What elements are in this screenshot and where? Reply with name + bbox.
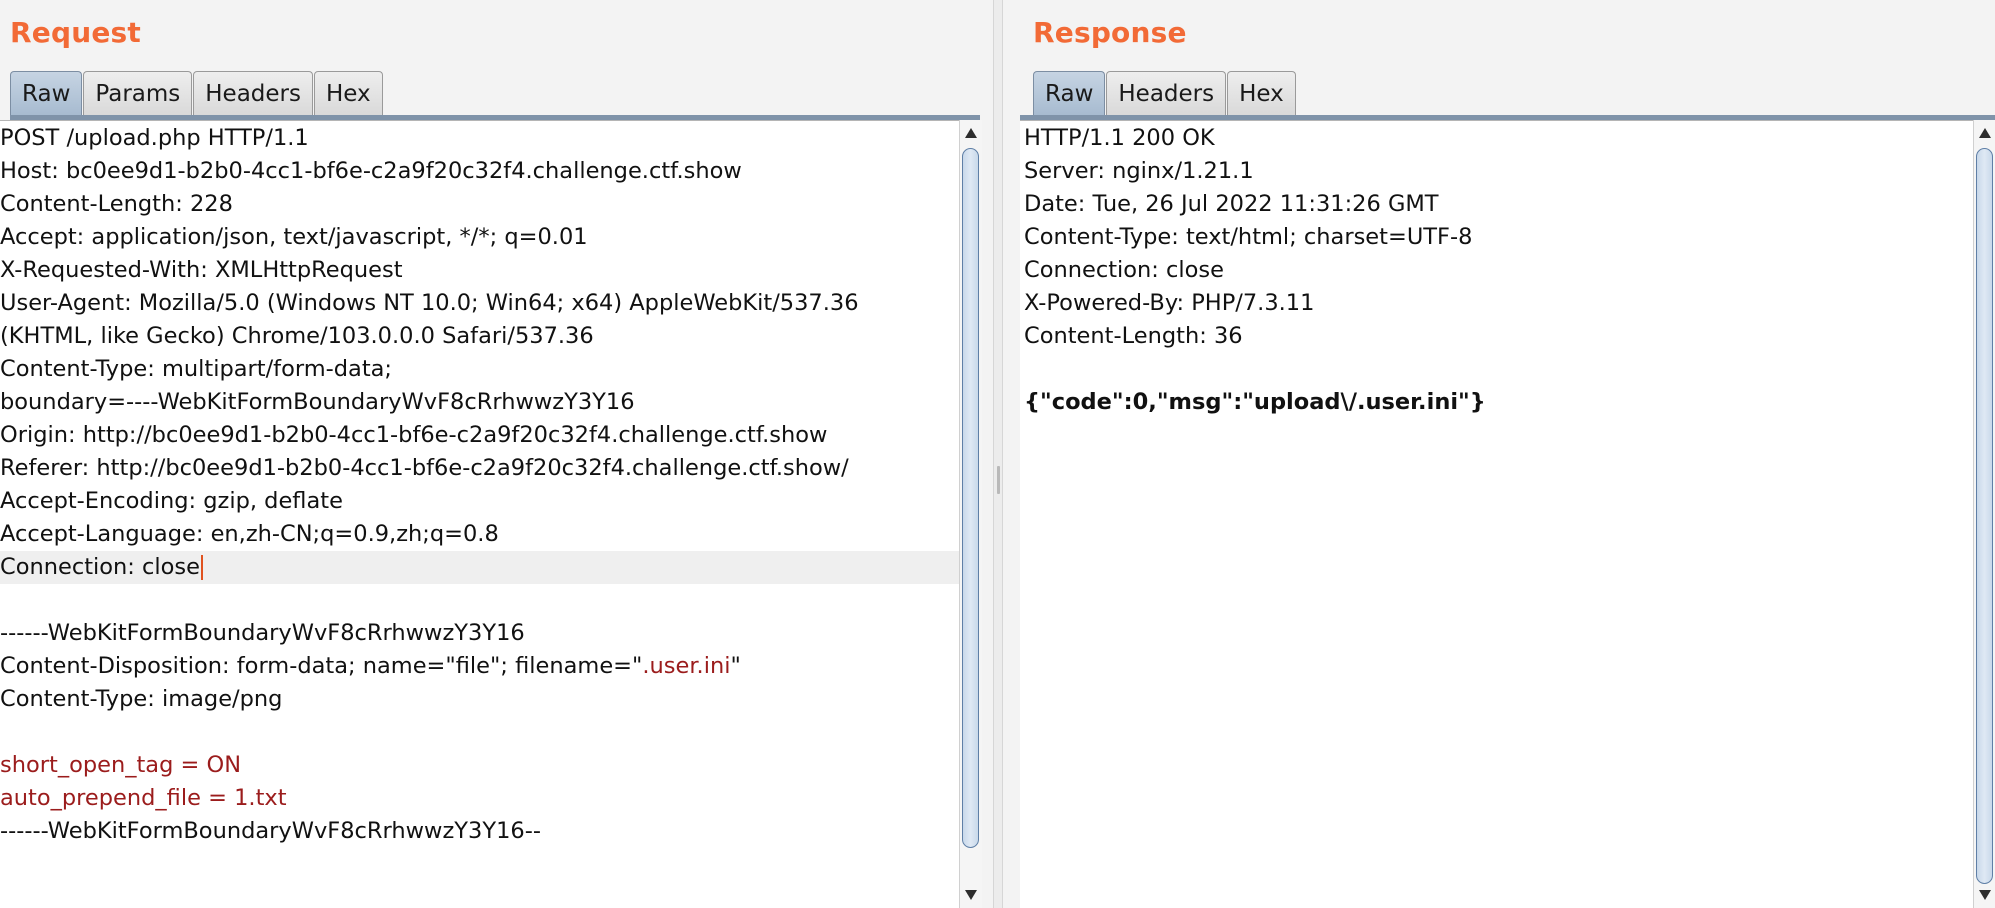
tab-hex[interactable]: Hex — [1227, 71, 1296, 115]
scroll-down-icon[interactable] — [1979, 890, 1991, 900]
request-scrollbar[interactable] — [959, 120, 982, 908]
request-line: X-Requested-With: XMLHttpRequest — [0, 257, 403, 283]
response-scrollbar[interactable] — [1973, 120, 1995, 908]
request-line: POST /upload.php HTTP/1.1 — [0, 125, 309, 151]
request-line: Referer: http://bc0ee9d1-b2b0-4cc1-bf6e-… — [0, 455, 849, 481]
request-line: (KHTML, like Gecko) Chrome/103.0.0.0 Saf… — [0, 323, 594, 349]
scroll-up-icon[interactable] — [1979, 128, 1991, 138]
request-tabs: Raw Params Headers Hex — [10, 69, 384, 115]
response-title: Response — [1033, 16, 1187, 49]
filename-close-quote: " — [730, 653, 741, 679]
request-line: boundary=----WebKitFormBoundaryWvF8cRrhw… — [0, 389, 635, 415]
request-line: Accept: application/json, text/javascrip… — [0, 224, 588, 250]
divider-grip-icon[interactable] — [997, 466, 1000, 494]
scroll-up-icon[interactable] — [965, 128, 977, 138]
response-line: Content-Length: 36 — [1024, 323, 1243, 349]
scroll-thumb[interactable] — [962, 148, 979, 848]
request-line-blank — [0, 584, 978, 617]
tab-raw[interactable]: Raw — [10, 71, 83, 115]
request-pane: Request Raw Params Headers Hex POST /upl… — [0, 0, 993, 908]
request-text-lines: POST /upload.php HTTP/1.1 Host: bc0ee9d1… — [0, 122, 978, 848]
request-line: Content-Type: multipart/form-data; — [0, 356, 393, 382]
burp-repeater-view: Request Raw Params Headers Hex POST /upl… — [0, 0, 1995, 908]
tab-headers[interactable]: Headers — [1106, 71, 1227, 115]
response-line: Date: Tue, 26 Jul 2022 11:31:26 GMT — [1024, 191, 1439, 217]
response-line: Content-Type: text/html; charset=UTF-8 — [1024, 224, 1473, 250]
tab-headers[interactable]: Headers — [193, 71, 313, 115]
request-line: ------WebKitFormBoundaryWvF8cRrhwwzY3Y16 — [0, 620, 525, 646]
split-divider[interactable] — [993, 0, 1003, 908]
request-line: ------WebKitFormBoundaryWvF8cRrhwwzY3Y16… — [0, 818, 541, 844]
response-line-blank — [1020, 353, 1973, 386]
response-editor[interactable]: HTTP/1.1 200 OK Server: nginx/1.21.1 Dat… — [1020, 120, 1973, 908]
request-line: Content-Length: 228 — [0, 191, 233, 217]
response-line: Server: nginx/1.21.1 — [1024, 158, 1254, 184]
request-line: Accept-Language: en,zh-CN;q=0.9,zh;q=0.8 — [0, 521, 499, 547]
payload-line: auto_prepend_file = 1.txt — [0, 785, 287, 811]
content-disposition-text: Content-Disposition: form-data; name="fi… — [0, 653, 643, 679]
request-line-content-disposition: Content-Disposition: form-data; name="fi… — [0, 650, 978, 683]
response-line: HTTP/1.1 200 OK — [1024, 125, 1215, 151]
request-line-text: Connection: close — [0, 554, 200, 580]
scroll-thumb[interactable] — [1976, 148, 1993, 884]
response-text-lines: HTTP/1.1 200 OK Server: nginx/1.21.1 Dat… — [1020, 122, 1973, 419]
request-line: Accept-Encoding: gzip, deflate — [0, 488, 343, 514]
filename-value: .user.ini — [642, 653, 731, 679]
text-caret — [201, 555, 203, 580]
response-line: Connection: close — [1024, 257, 1224, 283]
request-line: Host: bc0ee9d1-b2b0-4cc1-bf6e-c2a9f20c32… — [0, 158, 742, 184]
request-line-blank — [0, 716, 978, 749]
tab-hex[interactable]: Hex — [314, 71, 383, 115]
request-line: Origin: http://bc0ee9d1-b2b0-4cc1-bf6e-c… — [0, 422, 828, 448]
response-tabs: Raw Headers Hex — [1033, 69, 1297, 115]
request-editor[interactable]: POST /upload.php HTTP/1.1 Host: bc0ee9d1… — [0, 120, 978, 908]
request-title: Request — [10, 16, 141, 49]
scroll-down-icon[interactable] — [965, 890, 977, 900]
response-pane: Response Raw Headers Hex HTTP/1.1 200 OK… — [1003, 0, 1995, 908]
request-line: Content-Type: image/png — [0, 686, 283, 712]
tab-params[interactable]: Params — [83, 71, 193, 115]
request-line-current: Connection: close — [0, 551, 978, 584]
tab-raw[interactable]: Raw — [1033, 71, 1106, 115]
payload-line: short_open_tag = ON — [0, 752, 242, 778]
response-body-json: {"code":0,"msg":"upload\/.user.ini"} — [1024, 389, 1486, 415]
request-line: User-Agent: Mozilla/5.0 (Windows NT 10.0… — [0, 290, 859, 316]
response-line: X-Powered-By: PHP/7.3.11 — [1024, 290, 1315, 316]
